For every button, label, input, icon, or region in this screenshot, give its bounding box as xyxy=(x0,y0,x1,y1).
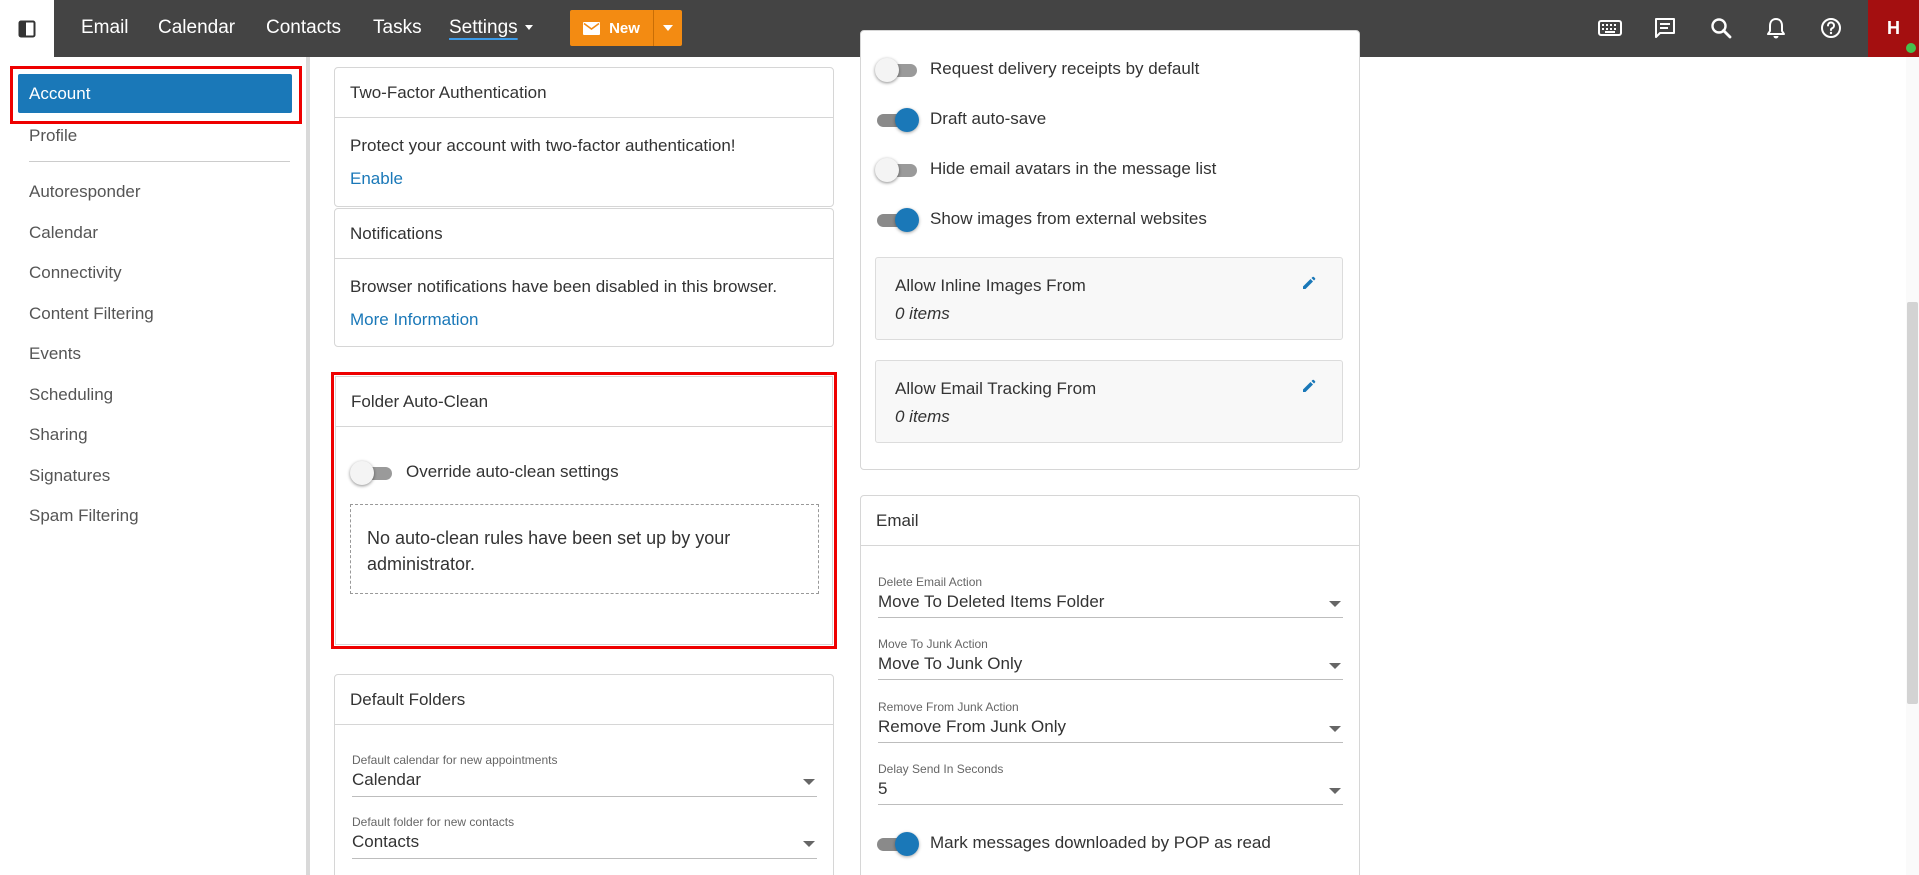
pop-mark-read-toggle[interactable] xyxy=(875,831,919,857)
default-calendar-select[interactable]: Default calendar for new appointments Ca… xyxy=(352,753,817,797)
show-external-images-label: Show images from external websites xyxy=(930,209,1207,228)
chevron-down-icon xyxy=(524,25,533,31)
notifications-button[interactable] xyxy=(1762,14,1790,42)
presence-indicator xyxy=(1905,42,1917,54)
email-card: Email Delete Email Action Move To Delete… xyxy=(860,495,1360,875)
edit-button[interactable] xyxy=(1302,276,1316,295)
new-dropdown-button[interactable] xyxy=(653,10,682,46)
chevron-down-icon xyxy=(1329,726,1341,732)
two-factor-text: Protect your account with two-factor aut… xyxy=(350,136,736,155)
sidebar-item-calendar[interactable]: Calendar xyxy=(29,223,98,243)
card-title: Folder Auto-Clean xyxy=(336,377,832,427)
sidebar-item-signatures[interactable]: Signatures xyxy=(29,466,110,486)
sidebar-item-scheduling[interactable]: Scheduling xyxy=(29,385,113,405)
sidebar-item-events[interactable]: Events xyxy=(29,344,81,364)
notifications-card: Notifications Browser notifications have… xyxy=(334,208,834,347)
card-title: Two-Factor Authentication xyxy=(335,68,833,118)
allow-inline-images-panel: Allow Inline Images From 0 items xyxy=(875,257,1343,340)
keyboard-icon xyxy=(1598,20,1622,36)
general-settings-card: Request delivery receipts by default Dra… xyxy=(860,30,1360,470)
delivery-receipts-toggle[interactable] xyxy=(875,57,919,83)
draft-auto-save-toggle[interactable] xyxy=(875,107,919,133)
card-title: Default Folders xyxy=(335,675,833,725)
card-title: Notifications xyxy=(335,209,833,259)
help-icon xyxy=(1821,18,1841,38)
override-auto-clean-toggle[interactable] xyxy=(350,460,394,486)
settings-sidebar: Account Profile Autoresponder Calendar C… xyxy=(0,57,310,875)
enable-link[interactable]: Enable xyxy=(350,169,403,189)
bell-icon xyxy=(1767,18,1785,39)
sidebar-toggle-button[interactable] xyxy=(0,0,54,57)
show-external-images-toggle[interactable] xyxy=(875,207,919,233)
chevron-down-icon xyxy=(1329,663,1341,669)
override-auto-clean-label: Override auto-clean settings xyxy=(406,462,619,481)
draft-auto-save-label: Draft auto-save xyxy=(930,109,1047,128)
auto-clean-notice: No auto-clean rules have been set up by … xyxy=(350,504,819,594)
chevron-down-icon xyxy=(1329,788,1341,794)
envelope-icon xyxy=(583,21,601,35)
sidebar-item-content-filtering[interactable]: Content Filtering xyxy=(29,304,154,324)
nav-calendar[interactable]: Calendar xyxy=(158,0,235,57)
pencil-icon xyxy=(1303,379,1316,392)
hide-avatars-toggle[interactable] xyxy=(875,157,919,183)
edit-button[interactable] xyxy=(1302,379,1316,398)
user-avatar[interactable]: H xyxy=(1868,0,1919,57)
sidebar-item-account[interactable]: Account xyxy=(18,74,292,113)
chat-button[interactable] xyxy=(1651,14,1679,42)
search-icon xyxy=(1711,18,1732,39)
pencil-icon xyxy=(1303,276,1316,289)
sidebar-toggle-icon xyxy=(18,20,36,37)
sidebar-item-connectivity[interactable]: Connectivity xyxy=(29,263,122,283)
remove-from-junk-action-select[interactable]: Remove From Junk Action Remove From Junk… xyxy=(878,700,1343,743)
sidebar-item-spam-filtering[interactable]: Spam Filtering xyxy=(29,506,139,526)
help-button[interactable] xyxy=(1817,14,1845,42)
nav-tasks[interactable]: Tasks xyxy=(373,0,422,57)
delivery-receipts-label: Request delivery receipts by default xyxy=(930,59,1200,78)
delete-email-action-select[interactable]: Delete Email Action Move To Deleted Item… xyxy=(878,575,1343,618)
new-button[interactable]: New xyxy=(570,10,682,46)
default-contacts-folder-select[interactable]: Default folder for new contacts Contacts xyxy=(352,815,817,859)
nav-contacts[interactable]: Contacts xyxy=(266,0,341,57)
search-button[interactable] xyxy=(1707,14,1735,42)
nav-email[interactable]: Email xyxy=(81,0,129,57)
keyboard-shortcuts-button[interactable] xyxy=(1596,14,1624,42)
pop-mark-read-label: Mark messages downloaded by POP as read xyxy=(930,833,1271,852)
new-button-main[interactable]: New xyxy=(570,10,653,46)
page-scrollbar-thumb[interactable] xyxy=(1907,302,1918,704)
hide-avatars-label: Hide email avatars in the message list xyxy=(930,159,1217,178)
notifications-text: Browser notifications have been disabled… xyxy=(350,277,778,296)
default-folders-card: Default Folders Default calendar for new… xyxy=(334,674,834,875)
sidebar-item-sharing[interactable]: Sharing xyxy=(29,425,88,445)
move-to-junk-action-select[interactable]: Move To Junk Action Move To Junk Only xyxy=(878,637,1343,680)
two-factor-card: Two-Factor Authentication Protect your a… xyxy=(334,67,834,207)
folder-auto-clean-card: Folder Auto-Clean Override auto-clean se… xyxy=(335,376,833,645)
chevron-down-icon xyxy=(663,25,673,31)
nav-settings[interactable]: Settings xyxy=(449,0,533,57)
allow-email-tracking-panel: Allow Email Tracking From 0 items xyxy=(875,360,1343,443)
card-title: Email xyxy=(861,496,1359,546)
sidebar-item-autoresponder[interactable]: Autoresponder xyxy=(29,182,141,202)
chat-icon xyxy=(1655,18,1675,38)
more-information-link[interactable]: More Information xyxy=(350,310,479,330)
chevron-down-icon xyxy=(1329,601,1341,607)
sidebar-item-profile[interactable]: Profile xyxy=(29,126,77,146)
sidebar-divider xyxy=(29,161,290,162)
chevron-down-icon xyxy=(803,779,815,785)
chevron-down-icon xyxy=(803,841,815,847)
delay-send-select[interactable]: Delay Send In Seconds 5 xyxy=(878,762,1343,805)
